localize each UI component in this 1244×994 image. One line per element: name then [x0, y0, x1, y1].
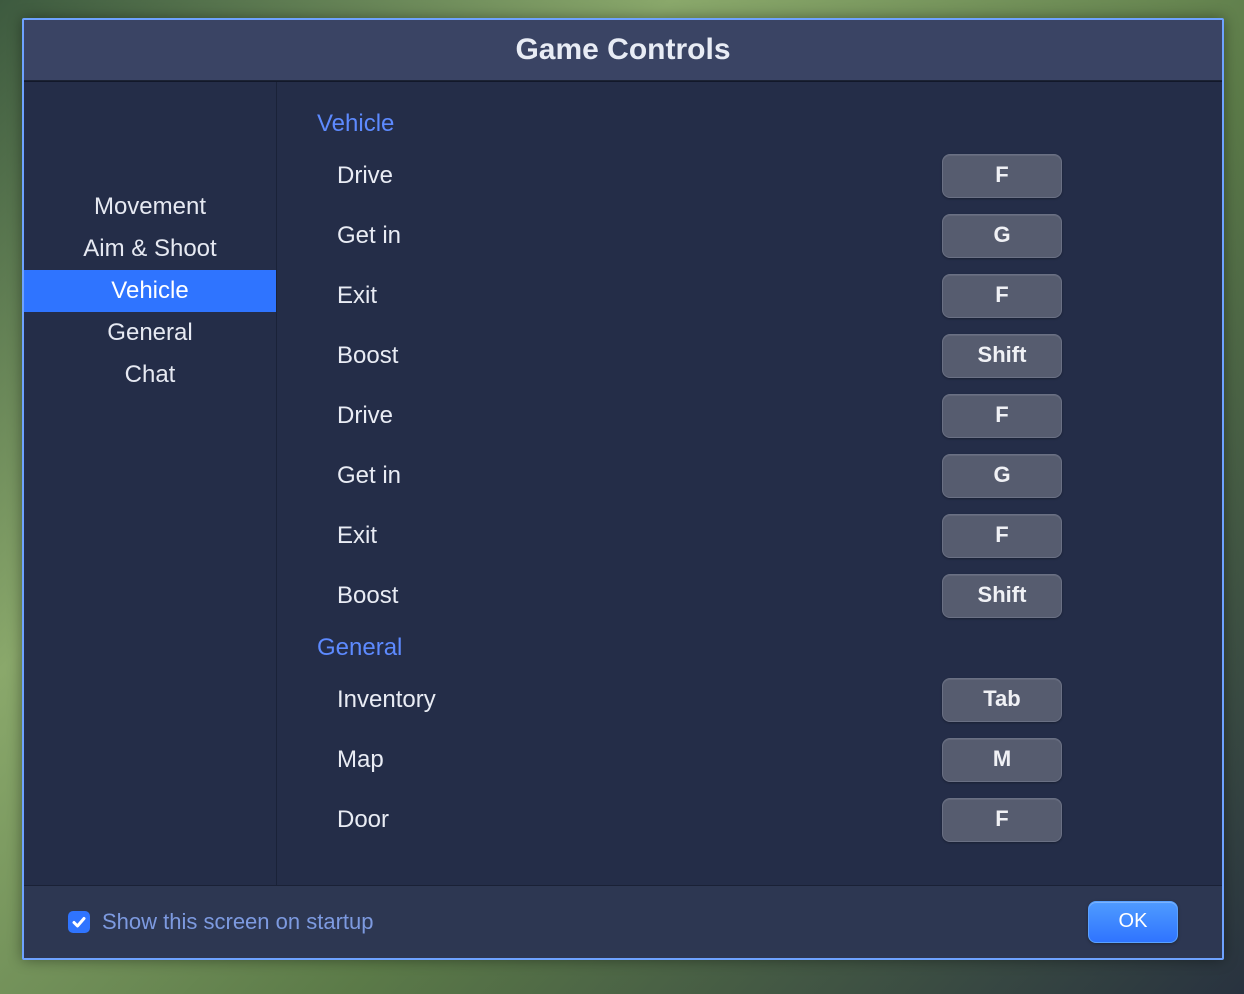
- binding-row: Get inG: [317, 206, 1222, 266]
- keybind-button[interactable]: F: [942, 274, 1062, 318]
- binding-row: BoostShift: [317, 566, 1222, 626]
- dialog-title: Game Controls: [24, 20, 1222, 81]
- sidebar-item-chat[interactable]: Chat: [24, 354, 276, 396]
- binding-row: InventoryTab: [317, 670, 1222, 730]
- binding-row: MapM: [317, 730, 1222, 790]
- dialog-footer: Show this screen on startup OK: [24, 885, 1222, 958]
- show-on-startup-checkbox[interactable]: [68, 911, 90, 933]
- binding-row: DriveF: [317, 386, 1222, 446]
- keybind-button[interactable]: G: [942, 214, 1062, 258]
- keybind-button[interactable]: M: [942, 738, 1062, 782]
- keybind-button[interactable]: Tab: [942, 678, 1062, 722]
- sidebar-item-general[interactable]: General: [24, 312, 276, 354]
- keybind-button[interactable]: F: [942, 154, 1062, 198]
- binding-row: DriveF: [317, 146, 1222, 206]
- dialog-body: MovementAim & ShootVehicleGeneralChat Ve…: [24, 81, 1222, 885]
- game-controls-dialog: Game Controls MovementAim & ShootVehicle…: [22, 18, 1224, 960]
- binding-label: Boost: [337, 582, 942, 610]
- show-on-startup-label[interactable]: Show this screen on startup: [102, 909, 373, 935]
- binding-label: Door: [337, 806, 942, 834]
- keybind-button[interactable]: Shift: [942, 334, 1062, 378]
- keybind-button[interactable]: F: [942, 394, 1062, 438]
- binding-row: Get inG: [317, 446, 1222, 506]
- sidebar-item-aim-shoot[interactable]: Aim & Shoot: [24, 228, 276, 270]
- binding-row: BoostShift: [317, 326, 1222, 386]
- binding-label: Inventory: [337, 686, 942, 714]
- sidebar-item-vehicle[interactable]: Vehicle: [24, 270, 276, 312]
- binding-row: DoorF: [317, 790, 1222, 850]
- bindings-panel: VehicleDriveFGet inGExitFBoostShiftDrive…: [277, 82, 1222, 885]
- keybind-button[interactable]: G: [942, 454, 1062, 498]
- binding-label: Get in: [337, 462, 942, 490]
- check-icon: [71, 914, 87, 930]
- binding-label: Exit: [337, 522, 942, 550]
- bindings-list: VehicleDriveFGet inGExitFBoostShiftDrive…: [277, 82, 1222, 850]
- binding-row: ExitF: [317, 266, 1222, 326]
- binding-label: Get in: [337, 222, 942, 250]
- sidebar-item-movement[interactable]: Movement: [24, 186, 276, 228]
- keybind-button[interactable]: F: [942, 514, 1062, 558]
- binding-label: Exit: [337, 282, 942, 310]
- binding-label: Drive: [337, 162, 942, 190]
- binding-label: Map: [337, 746, 942, 774]
- keybind-button[interactable]: Shift: [942, 574, 1062, 618]
- section-heading: General: [317, 626, 1222, 670]
- ok-button[interactable]: OK: [1088, 901, 1178, 943]
- binding-row: ExitF: [317, 506, 1222, 566]
- binding-label: Boost: [337, 342, 942, 370]
- keybind-button[interactable]: F: [942, 798, 1062, 842]
- section-heading: Vehicle: [317, 102, 1222, 146]
- category-sidebar: MovementAim & ShootVehicleGeneralChat: [24, 82, 277, 885]
- binding-label: Drive: [337, 402, 942, 430]
